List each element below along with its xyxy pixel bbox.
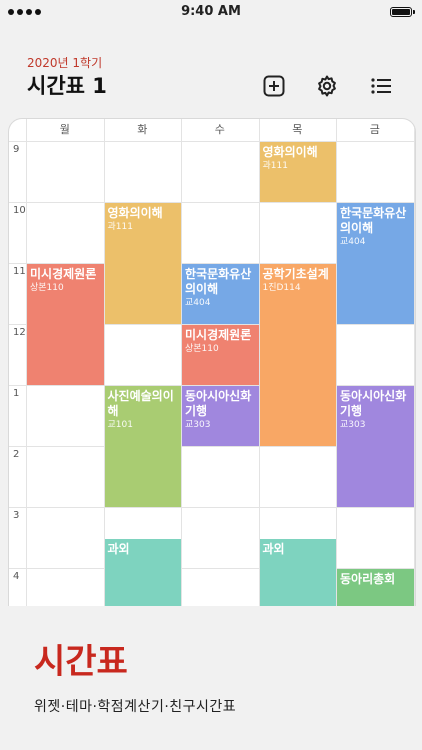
list-icon[interactable]	[369, 74, 393, 98]
class-block[interactable]: 미시경제원론상본110	[27, 264, 104, 385]
class-block[interactable]: 영화의이해과111	[259, 142, 336, 202]
hour-label: 2	[13, 449, 20, 460]
class-room: 1진D114	[262, 283, 301, 293]
class-room: 교404	[340, 237, 366, 247]
promo-subtitle: 위젯·테마·학점계산기·친구시간표	[34, 699, 237, 715]
class-room: 교404	[185, 298, 211, 308]
class-name: 미시경제원론	[185, 328, 252, 342]
battery-icon	[390, 7, 415, 17]
day-header: 월	[59, 123, 70, 136]
day-header: 수	[214, 123, 225, 136]
class-name: 영화의이해	[107, 206, 163, 220]
class-name: 사진예술의이해	[107, 389, 174, 418]
class-name: 과외	[107, 541, 130, 556]
class-name: 한국문화유산의이해	[340, 206, 407, 235]
grid-header-line	[9, 141, 415, 142]
hour-label: 1	[13, 388, 20, 399]
promo-banner: 시간표 위젯·테마·학점계산기·친구시간표	[0, 606, 422, 750]
semester-label: 2020년 1학기	[27, 56, 103, 70]
class-block[interactable]: 동아시아신화기행교303	[337, 386, 414, 507]
status-bar: 9:40 AM	[0, 0, 422, 24]
class-room: 교101	[107, 420, 133, 430]
class-name: 과외	[262, 541, 285, 556]
hour-label: 11	[13, 266, 26, 277]
class-name: 한국문화유산의이해	[185, 267, 252, 296]
day-header: 화	[137, 123, 148, 136]
class-block[interactable]: 공학기초설계 1진D114	[259, 264, 336, 446]
class-block[interactable]: 동아시아신화기행교303	[182, 386, 259, 446]
class-name: 동아시아신화기행	[340, 389, 407, 418]
class-name: 동아리총회	[340, 572, 396, 586]
add-square-icon[interactable]	[262, 74, 286, 98]
class-name: 동아시아신화기행	[185, 389, 252, 418]
hour-label: 3	[13, 510, 20, 521]
hour-label: 10	[13, 205, 26, 216]
grid-column-line	[413, 119, 415, 619]
class-room: 교303	[185, 420, 211, 430]
hour-label: 9	[13, 144, 20, 155]
class-block[interactable]: 미시경제원론상본110	[182, 325, 259, 385]
class-room: 상본110	[185, 344, 219, 354]
class-block[interactable]: 영화의이해과111	[104, 203, 181, 324]
class-room: 과111	[107, 222, 133, 232]
class-name: 미시경제원론	[30, 267, 97, 281]
grid-column-line	[336, 119, 337, 619]
day-header: 목	[292, 123, 303, 136]
class-name: 영화의이해	[262, 145, 318, 159]
class-block[interactable]: 사진예술의이해교101	[104, 386, 181, 507]
class-room: 상본110	[30, 283, 64, 293]
day-header: 금	[369, 123, 380, 136]
class-room: 교303	[340, 420, 366, 430]
status-time: 9:40 AM	[181, 4, 241, 19]
class-block[interactable]: 한국문화유산의이해교404	[337, 203, 414, 324]
class-room: 과111	[262, 161, 288, 171]
promo-title: 시간표	[34, 642, 128, 682]
hour-label: 12	[13, 327, 26, 338]
gear-icon[interactable]	[315, 74, 339, 98]
class-block[interactable]: 한국문화유산의이해교404	[182, 264, 259, 324]
hour-label: 4	[13, 571, 20, 582]
class-name: 공학기초설계	[262, 267, 329, 281]
grid-hour-line	[9, 507, 415, 508]
page-title[interactable]: 시간표 1	[27, 70, 107, 100]
timetable-grid[interactable]: 9 10 11 12 1 2 3 4 월 화 수 목 금 미시경제원론 상본110 영화의이해 과111 사진예술…	[8, 118, 416, 620]
